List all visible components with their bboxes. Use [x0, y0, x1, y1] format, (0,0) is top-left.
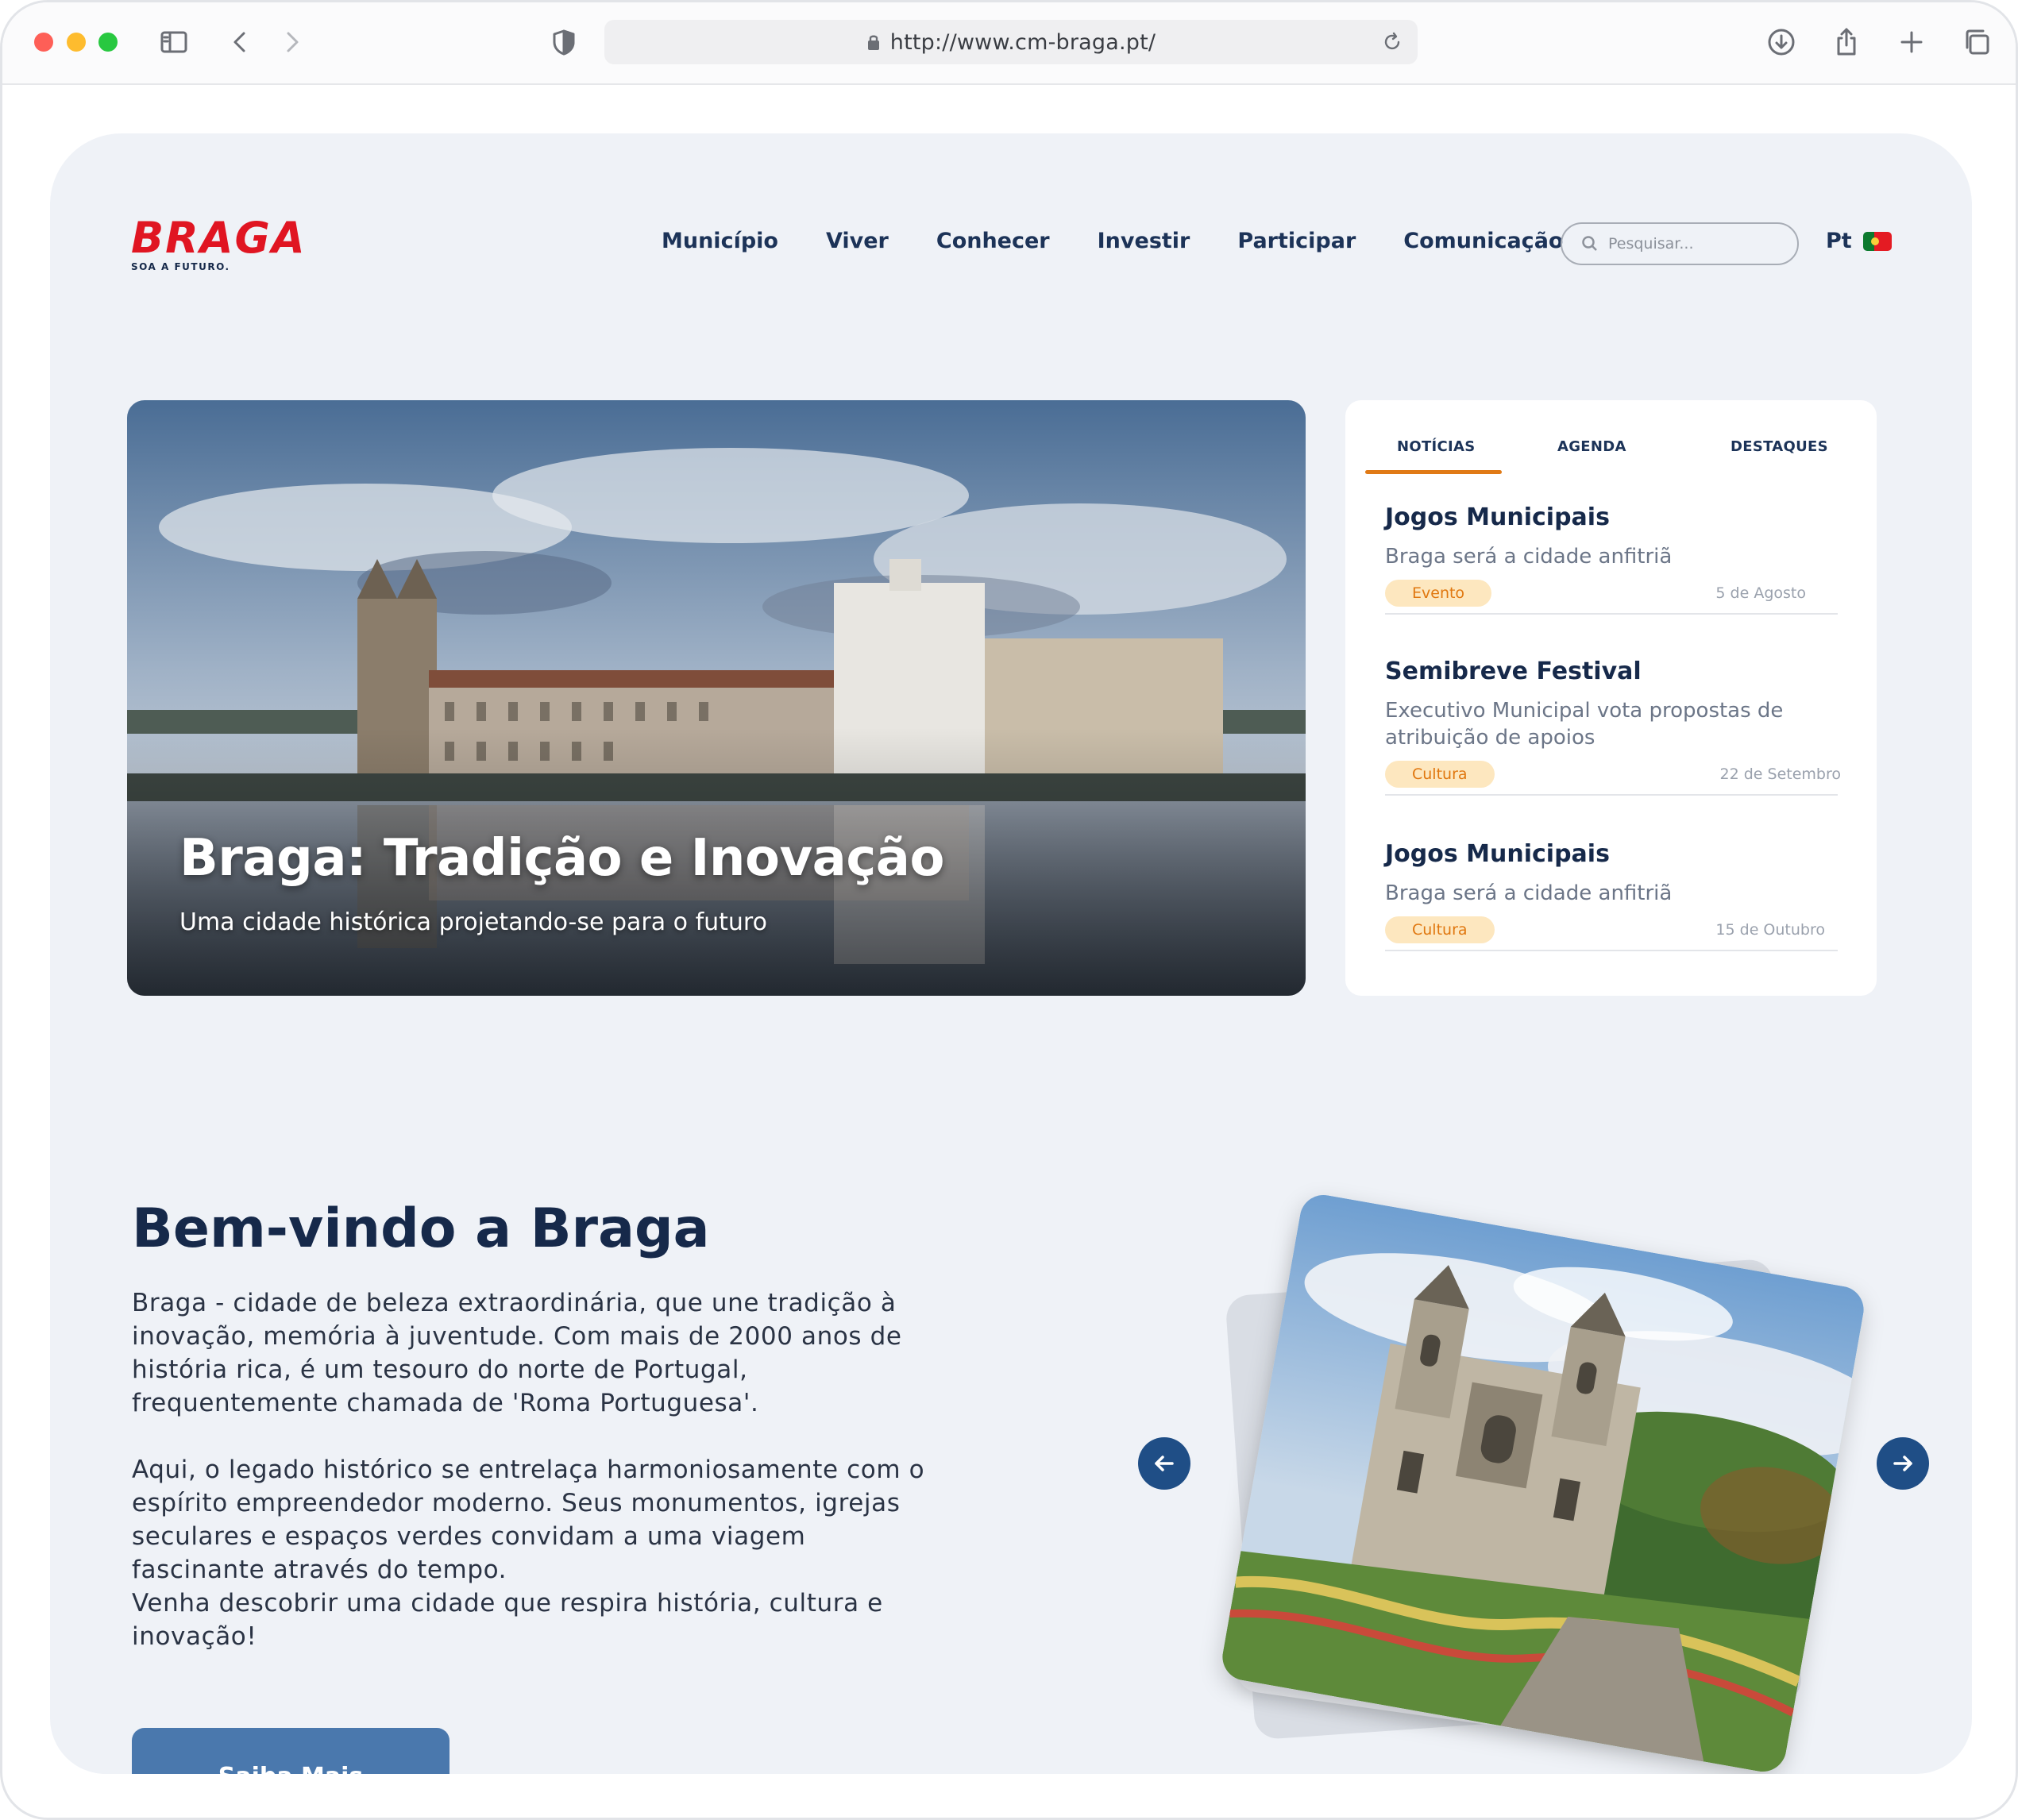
welcome-paragraph: Aqui, o legado histórico se entrelaça ha… [132, 1456, 925, 1584]
language-label: Pt [1826, 229, 1852, 253]
zoom-window-button[interactable] [98, 33, 118, 52]
welcome-paragraph: Venha descobrir uma cidade que respira h… [132, 1589, 883, 1651]
welcome-paragraph: Braga - cidade de beleza extraordinária,… [132, 1289, 902, 1417]
hero-photo [127, 400, 1306, 996]
carousel-prev-button[interactable] [1138, 1437, 1190, 1490]
news-title: Jogos Municipais [1385, 840, 1610, 868]
nav-item-participar[interactable]: Participar [1237, 229, 1356, 253]
minimize-window-button[interactable] [67, 33, 86, 52]
news-date: 22 de Setembro [1719, 765, 1841, 783]
arrow-right-icon [1893, 1456, 1912, 1471]
lock-icon [867, 35, 879, 50]
nav-item-investir[interactable]: Investir [1098, 229, 1190, 253]
arrow-left-icon [1155, 1456, 1174, 1471]
braga-logo[interactable]: BRAGA SOA A FUTURO. [131, 213, 307, 273]
welcome-text: Braga - cidade de beleza extraordinária,… [132, 1286, 934, 1653]
news-description: Braga será a cidade anfitriã [1385, 881, 1673, 905]
hero-banner[interactable]: Braga: Tradição e Inovação Uma cidade hi… [127, 400, 1306, 996]
news-item[interactable]: Jogos Municipais Braga será a cidade anf… [1385, 839, 1838, 951]
category-badge: Cultura [1385, 761, 1495, 788]
chevron-left-icon[interactable] [222, 23, 260, 61]
welcome-title: Bem-vindo a Braga [132, 1197, 710, 1260]
portugal-flag-icon [1862, 231, 1892, 251]
reload-icon[interactable] [1381, 31, 1403, 53]
news-title: Jogos Municipais [1385, 503, 1610, 531]
share-icon[interactable] [1827, 23, 1866, 61]
category-badge: Cultura [1385, 916, 1495, 943]
close-window-button[interactable] [34, 33, 53, 52]
hero-title: Braga: Tradição e Inovação [179, 829, 944, 888]
tab-noticias[interactable]: NOTÍCIAS [1397, 438, 1476, 455]
news-description: Braga será a cidade anfitriã [1385, 545, 1673, 569]
shield-icon[interactable] [545, 23, 583, 61]
main-nav: Município Viver Conhecer Investir Partic… [662, 229, 1611, 253]
news-description: Executivo Municipal vota propostas de at… [1385, 699, 1784, 750]
browser-window: http://www.cm-braga.pt/ BRAGA SOA A FUTU… [0, 0, 2018, 1820]
tab-destaques[interactable]: DESTAQUES [1731, 438, 1828, 455]
search-box [1561, 222, 1799, 265]
logo-tagline: SOA A FUTURO. [131, 261, 230, 272]
url-text: http://www.cm-braga.pt/ [889, 29, 1156, 55]
nav-item-municipio[interactable]: Município [662, 229, 778, 253]
news-title: Semibreve Festival [1385, 657, 1642, 685]
carousel-photo[interactable] [1218, 1191, 1868, 1774]
browser-toolbar: http://www.cm-braga.pt/ [2, 2, 2016, 85]
news-item[interactable]: Semibreve Festival Executivo Municipal v… [1385, 656, 1841, 796]
nav-item-viver[interactable]: Viver [826, 229, 889, 253]
logo-wordmark: BRAGA [131, 213, 307, 263]
nav-item-comunicacao[interactable]: Comunicação [1403, 229, 1563, 253]
language-selector[interactable]: Pt [1826, 229, 1892, 253]
search-input[interactable] [1608, 235, 1783, 253]
news-date: 15 de Outubro [1715, 921, 1825, 939]
plus-icon[interactable] [1893, 23, 1931, 61]
hero-subtitle: Uma cidade histórica projetando-se para … [179, 908, 767, 936]
nav-item-conhecer[interactable]: Conhecer [936, 229, 1050, 253]
carousel-next-button[interactable] [1877, 1437, 1929, 1490]
tab-agenda[interactable]: AGENDA [1557, 438, 1626, 455]
download-icon[interactable] [1762, 23, 1800, 61]
church-photo [1218, 1191, 1868, 1774]
news-item[interactable]: Jogos Municipais Braga será a cidade anf… [1385, 502, 1838, 615]
search-icon [1582, 236, 1597, 251]
tabs-icon[interactable] [1958, 23, 1996, 61]
chevron-right-icon[interactable] [272, 23, 311, 61]
news-tabs: NOTÍCIAS AGENDA DESTAQUES [1365, 429, 1858, 475]
news-date: 5 de Agosto [1715, 584, 1806, 602]
sidebar-icon[interactable] [155, 23, 193, 61]
saiba-mais-button[interactable]: Saiba Mais [132, 1728, 450, 1774]
photo-carousel [1138, 1191, 1932, 1774]
news-panel: NOTÍCIAS AGENDA DESTAQUES Jogos Municipa… [1345, 400, 1877, 996]
address-bar[interactable]: http://www.cm-braga.pt/ [604, 20, 1418, 64]
active-tab-indicator [1365, 470, 1502, 474]
category-badge: Evento [1385, 580, 1492, 607]
web-page: BRAGA SOA A FUTURO. Município Viver Conh… [50, 133, 1972, 1774]
